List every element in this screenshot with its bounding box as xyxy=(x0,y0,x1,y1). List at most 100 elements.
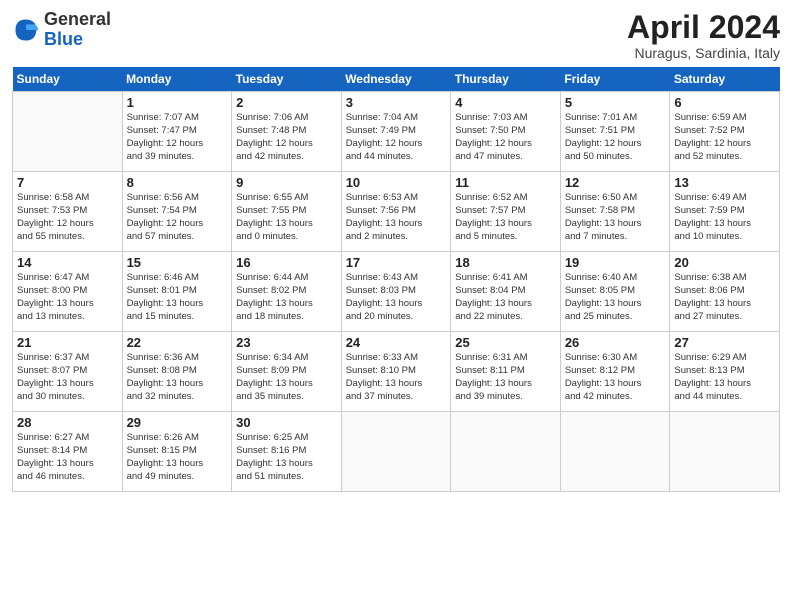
header-friday: Friday xyxy=(560,67,670,92)
table-row: 26Sunrise: 6:30 AM Sunset: 8:12 PM Dayli… xyxy=(560,332,670,412)
day-number: 9 xyxy=(236,175,337,190)
day-number: 23 xyxy=(236,335,337,350)
table-row: 25 Sunrise: 6:31 AM Sunset: 8:11 PM Dayli… xyxy=(451,332,561,412)
day-number: 25 xyxy=(455,335,556,350)
day-info: Sunrise: 6:26 AM Sunset: 8:15 PM Dayligh… xyxy=(127,432,228,483)
day-info: Sunrise: 6:53 AM Sunset: 7:56 PM Dayligh… xyxy=(346,192,447,243)
day-info: Sunrise: 6:59 AM Sunset: 7:52 PM Dayligh… xyxy=(674,112,775,163)
day-number: 15 xyxy=(127,255,228,270)
day-info: Sunrise: 7:06 AM Sunset: 7:48 PM Dayligh… xyxy=(236,112,337,163)
day-number: 6 xyxy=(674,95,775,110)
header-sunday: Sunday xyxy=(13,67,123,92)
table-row: 12 Sunrise: 6:50 AM Sunset: 7:58 PM Dayli… xyxy=(560,172,670,252)
table-row: 21 Sunrise: 6:37 AM Sunset: 8:07 PM Dayli… xyxy=(13,332,123,412)
table-row: 18 Sunrise: 6:41 AM Sunset: 8:04 PM Dayli… xyxy=(451,252,561,332)
week-row-5: 28 Sunrise: 6:27 AM Sunset: 8:14 PM Dayli… xyxy=(13,412,780,492)
day-number: 13 xyxy=(674,175,775,190)
day-number: 22 xyxy=(127,335,228,350)
table-row xyxy=(341,412,451,492)
day-info: Sunrise: 6:36 AM Sunset: 8:08 PM Dayligh… xyxy=(127,352,228,403)
day-info: Sunrise: 6:37 AM Sunset: 8:07 PM Dayligh… xyxy=(17,352,118,403)
day-info: Sunrise: 6:40 AM Sunset: 8:05 PM Dayligh… xyxy=(565,272,666,323)
calendar-header-row: SundayMondayTuesdayWednesdayThursdayFrid… xyxy=(13,67,780,92)
table-row: 13 Sunrise: 6:49 AM Sunset: 7:59 PM Dayli… xyxy=(670,172,780,252)
day-info: Sunrise: 6:47 AM Sunset: 8:00 PM Dayligh… xyxy=(17,272,118,323)
day-number: 5 xyxy=(565,95,666,110)
table-row: 4Sunrise: 7:03 AM Sunset: 7:50 PM Daylig… xyxy=(451,92,561,172)
day-info: Sunrise: 6:30 AM Sunset: 8:12 PM Dayligh… xyxy=(565,352,666,403)
week-row-1: 1 Sunrise: 7:07 AM Sunset: 7:47 PM Daylig… xyxy=(13,92,780,172)
table-row: 9 Sunrise: 6:55 AM Sunset: 7:55 PM Daylig… xyxy=(232,172,342,252)
table-row: 23 Sunrise: 6:34 AM Sunset: 8:09 PM Dayli… xyxy=(232,332,342,412)
day-info: Sunrise: 6:58 AM Sunset: 7:53 PM Dayligh… xyxy=(17,192,118,243)
day-info: Sunrise: 6:55 AM Sunset: 7:55 PM Dayligh… xyxy=(236,192,337,243)
header-tuesday: Tuesday xyxy=(232,67,342,92)
day-info: Sunrise: 6:46 AM Sunset: 8:01 PM Dayligh… xyxy=(127,272,228,323)
day-info: Sunrise: 7:04 AM Sunset: 7:49 PM Dayligh… xyxy=(346,112,447,163)
day-info: Sunrise: 6:49 AM Sunset: 7:59 PM Dayligh… xyxy=(674,192,775,243)
day-number: 1 xyxy=(127,95,228,110)
logo-icon xyxy=(12,16,40,44)
week-row-4: 21 Sunrise: 6:37 AM Sunset: 8:07 PM Dayli… xyxy=(13,332,780,412)
day-number: 11 xyxy=(455,175,556,190)
day-number: 18 xyxy=(455,255,556,270)
day-number: 20 xyxy=(674,255,775,270)
logo: General Blue xyxy=(12,10,111,50)
table-row: 15 Sunrise: 6:46 AM Sunset: 8:01 PM Dayli… xyxy=(122,252,232,332)
table-row: 1 Sunrise: 7:07 AM Sunset: 7:47 PM Daylig… xyxy=(122,92,232,172)
table-row: 10Sunrise: 6:53 AM Sunset: 7:56 PM Dayli… xyxy=(341,172,451,252)
day-number: 7 xyxy=(17,175,118,190)
day-info: Sunrise: 6:31 AM Sunset: 8:11 PM Dayligh… xyxy=(455,352,556,403)
day-number: 14 xyxy=(17,255,118,270)
week-row-2: 7 Sunrise: 6:58 AM Sunset: 7:53 PM Daylig… xyxy=(13,172,780,252)
day-number: 27 xyxy=(674,335,775,350)
day-number: 3 xyxy=(346,95,447,110)
table-row: 19Sunrise: 6:40 AM Sunset: 8:05 PM Dayli… xyxy=(560,252,670,332)
month-title: April 2024 xyxy=(627,10,780,45)
day-info: Sunrise: 6:56 AM Sunset: 7:54 PM Dayligh… xyxy=(127,192,228,243)
header-wednesday: Wednesday xyxy=(341,67,451,92)
logo-text: General Blue xyxy=(44,10,111,50)
day-number: 28 xyxy=(17,415,118,430)
day-info: Sunrise: 6:27 AM Sunset: 8:14 PM Dayligh… xyxy=(17,432,118,483)
table-row: 17 Sunrise: 6:43 AM Sunset: 8:03 PM Dayli… xyxy=(341,252,451,332)
day-info: Sunrise: 6:50 AM Sunset: 7:58 PM Dayligh… xyxy=(565,192,666,243)
table-row xyxy=(560,412,670,492)
day-number: 30 xyxy=(236,415,337,430)
calendar-table: SundayMondayTuesdayWednesdayThursdayFrid… xyxy=(12,67,780,492)
day-info: Sunrise: 7:07 AM Sunset: 7:47 PM Dayligh… xyxy=(127,112,228,163)
day-info: Sunrise: 6:34 AM Sunset: 8:09 PM Dayligh… xyxy=(236,352,337,403)
day-number: 24 xyxy=(346,335,447,350)
day-info: Sunrise: 6:41 AM Sunset: 8:04 PM Dayligh… xyxy=(455,272,556,323)
header-thursday: Thursday xyxy=(451,67,561,92)
table-row xyxy=(13,92,123,172)
table-row xyxy=(451,412,561,492)
day-number: 17 xyxy=(346,255,447,270)
day-info: Sunrise: 6:43 AM Sunset: 8:03 PM Dayligh… xyxy=(346,272,447,323)
title-block: April 2024 Nuragus, Sardinia, Italy xyxy=(627,10,780,61)
table-row: 24Sunrise: 6:33 AM Sunset: 8:10 PM Dayli… xyxy=(341,332,451,412)
table-row: 29 Sunrise: 6:26 AM Sunset: 8:15 PM Dayli… xyxy=(122,412,232,492)
page-container: General Blue April 2024 Nuragus, Sardini… xyxy=(0,0,792,502)
day-info: Sunrise: 7:01 AM Sunset: 7:51 PM Dayligh… xyxy=(565,112,666,163)
header-saturday: Saturday xyxy=(670,67,780,92)
day-number: 12 xyxy=(565,175,666,190)
day-info: Sunrise: 6:52 AM Sunset: 7:57 PM Dayligh… xyxy=(455,192,556,243)
table-row: 28 Sunrise: 6:27 AM Sunset: 8:14 PM Dayli… xyxy=(13,412,123,492)
day-number: 8 xyxy=(127,175,228,190)
table-row: 3 Sunrise: 7:04 AM Sunset: 7:49 PM Daylig… xyxy=(341,92,451,172)
day-number: 29 xyxy=(127,415,228,430)
day-info: Sunrise: 6:25 AM Sunset: 8:16 PM Dayligh… xyxy=(236,432,337,483)
day-info: Sunrise: 6:44 AM Sunset: 8:02 PM Dayligh… xyxy=(236,272,337,323)
header: General Blue April 2024 Nuragus, Sardini… xyxy=(12,10,780,61)
day-number: 16 xyxy=(236,255,337,270)
table-row: 7 Sunrise: 6:58 AM Sunset: 7:53 PM Daylig… xyxy=(13,172,123,252)
day-info: Sunrise: 6:29 AM Sunset: 8:13 PM Dayligh… xyxy=(674,352,775,403)
day-number: 4 xyxy=(455,95,556,110)
table-row: 22 Sunrise: 6:36 AM Sunset: 8:08 PM Dayli… xyxy=(122,332,232,412)
location: Nuragus, Sardinia, Italy xyxy=(627,45,780,61)
table-row: 11 Sunrise: 6:52 AM Sunset: 7:57 PM Dayli… xyxy=(451,172,561,252)
header-monday: Monday xyxy=(122,67,232,92)
day-number: 21 xyxy=(17,335,118,350)
day-info: Sunrise: 6:38 AM Sunset: 8:06 PM Dayligh… xyxy=(674,272,775,323)
